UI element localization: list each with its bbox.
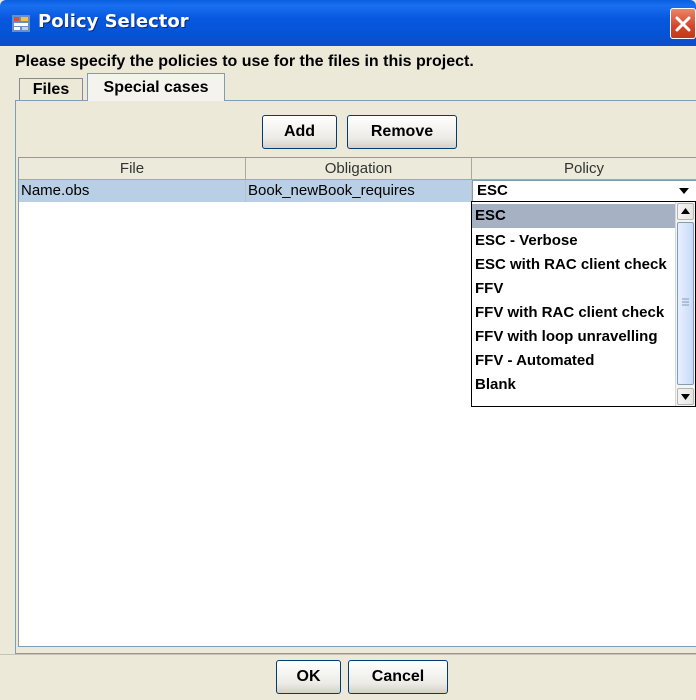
dropdown-option-ffv[interactable]: FFV — [472, 277, 678, 301]
policy-dropdown-list: ESC ESC - Verbose ESC with RAC client ch… — [471, 201, 696, 407]
scroll-down-button[interactable] — [677, 388, 694, 405]
arrow-down-icon — [681, 394, 690, 400]
footer-divider — [0, 654, 696, 655]
ok-button[interactable]: OK — [276, 660, 341, 694]
policy-combobox-value: ESC — [477, 182, 508, 199]
close-icon — [675, 16, 691, 32]
grip-icon — [682, 298, 689, 306]
arrow-up-icon — [681, 208, 690, 214]
close-button[interactable] — [670, 8, 696, 39]
dropdown-option-ffv-rac[interactable]: FFV with RAC client check — [472, 301, 678, 325]
cancel-button[interactable]: Cancel — [348, 660, 448, 694]
java-app-icon — [12, 15, 30, 32]
tab-special-cases[interactable]: Special cases — [87, 73, 225, 101]
column-header-file[interactable]: File — [19, 158, 246, 180]
dropdown-option-ffv-loop[interactable]: FFV with loop unravelling — [472, 325, 678, 349]
chevron-down-icon[interactable] — [674, 183, 694, 199]
dropdown-option-esc[interactable]: ESC — [472, 204, 678, 228]
obligation-cell[interactable]: Book_newBook_requires — [246, 180, 472, 202]
policy-combobox[interactable]: ESC — [472, 180, 696, 202]
remove-button[interactable]: Remove — [347, 115, 457, 149]
title-bar[interactable]: Policy Selector — [0, 0, 696, 46]
scroll-up-button[interactable] — [677, 203, 694, 220]
dropdown-option-blank[interactable]: Blank — [472, 373, 678, 397]
file-cell[interactable]: Name.obs — [19, 180, 246, 202]
add-button[interactable]: Add — [262, 115, 337, 149]
dropdown-option-ffv-automated[interactable]: FFV - Automated — [472, 349, 678, 373]
tab-files[interactable]: Files — [19, 78, 83, 100]
column-header-obligation[interactable]: Obligation — [246, 158, 472, 180]
dropdown-scrollbar[interactable] — [675, 202, 695, 406]
dropdown-option-esc-rac[interactable]: ESC with RAC client check — [472, 253, 678, 277]
scroll-thumb[interactable] — [677, 222, 694, 385]
dropdown-option-esc-verbose[interactable]: ESC - Verbose — [472, 229, 678, 253]
column-header-policy[interactable]: Policy — [472, 158, 696, 180]
table-row[interactable]: Name.obs Book_newBook_requires ESC — [19, 180, 696, 202]
instruction-text: Please specify the policies to use for t… — [15, 53, 474, 70]
policy-selector-window: Policy Selector Please specify the polic… — [0, 0, 696, 700]
window-title: Policy Selector — [38, 11, 189, 32]
